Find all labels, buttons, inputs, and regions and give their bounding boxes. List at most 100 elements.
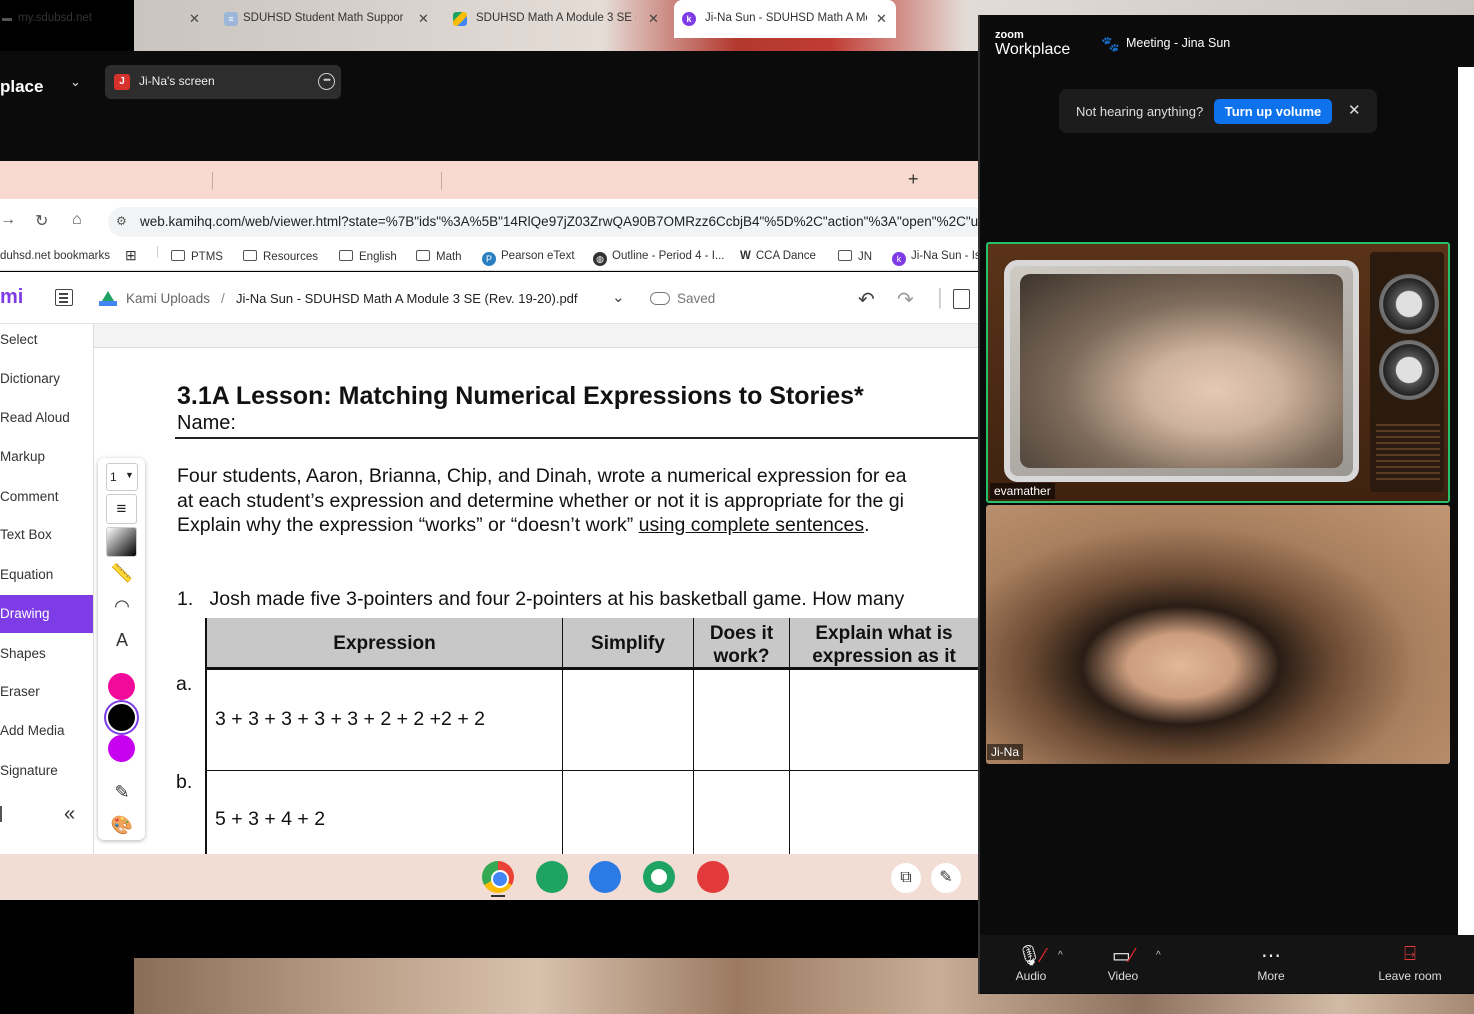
collapse-sidebar-icon[interactable]: « <box>64 803 75 826</box>
eyedropper-icon[interactable]: ✎ <box>110 782 134 803</box>
bookmark-ptms[interactable]: PTMS <box>171 250 223 263</box>
more-button[interactable]: ⋯ More <box>1250 943 1292 983</box>
bookmark-kami[interactable]: k Ji-Na Sun - Is <box>892 250 981 266</box>
tab-sdubsd[interactable]: ▬ my.sdubsd.net ✕ <box>0 0 210 38</box>
browser-tab-bar <box>0 161 978 199</box>
video-options-caret[interactable]: ^ <box>1156 950 1161 961</box>
folder-icon <box>243 250 257 261</box>
line-style-button[interactable]: ≡ <box>106 494 137 524</box>
tab-math-support[interactable]: ≡ SDUHSD Student Math Support ✕ <box>218 0 440 38</box>
cell-simplify-a[interactable] <box>563 670 694 771</box>
wix-icon: W <box>740 250 751 262</box>
undo-icon[interactable]: ↶ <box>858 287 875 312</box>
kami-favicon-icon: k <box>892 252 906 266</box>
close-icon[interactable]: ✕ <box>876 11 887 27</box>
tv-knob <box>1379 274 1439 334</box>
reload-icon[interactable]: ↻ <box>35 211 48 231</box>
bookmark-separator: | <box>156 246 159 258</box>
docs-app-icon[interactable] <box>589 861 621 893</box>
close-icon[interactable]: ✕ <box>189 11 200 27</box>
redo-icon[interactable]: ↷ <box>897 287 914 312</box>
opacity-button[interactable] <box>106 527 137 557</box>
color-swatch-purple[interactable] <box>108 735 135 762</box>
new-tab-icon[interactable]: + <box>908 169 919 190</box>
cell-works-a[interactable] <box>694 670 790 771</box>
tool-add-media[interactable]: Add Media <box>0 712 93 750</box>
apps-grid-icon[interactable]: ⊞ <box>125 247 137 264</box>
site-info-icon[interactable]: ⚙ <box>116 214 127 228</box>
bookmark-outline[interactable]: ◍ Outline - Period 4 - I... <box>593 250 725 266</box>
document-filename[interactable]: Ji-Na Sun - SDUHSD Math A Module 3 SE (R… <box>236 291 578 306</box>
participant-video-evamather[interactable]: evamather <box>986 242 1450 503</box>
text-style-icon[interactable]: A <box>110 630 134 651</box>
tool-eraser[interactable]: Eraser <box>0 673 93 711</box>
cell-works-b[interactable] <box>694 771 790 854</box>
bookmark-pearson[interactable]: P Pearson eText <box>482 250 575 266</box>
participant-video-jina[interactable]: Ji-Na <box>986 505 1450 764</box>
sharer-pill[interactable]: J Ji-Na's screen ••• <box>105 65 341 99</box>
video-button[interactable]: ▭⁄ Video <box>1104 943 1142 983</box>
leave-room-button[interactable]: ⍈ Leave room <box>1376 943 1444 983</box>
bookmark-resources[interactable]: Resources <box>243 250 318 263</box>
bookmark-english[interactable]: English <box>339 250 397 263</box>
close-icon[interactable]: ✕ <box>648 11 659 27</box>
name-line <box>175 437 978 439</box>
home-icon[interactable]: ⌂ <box>72 211 82 229</box>
tool-markup[interactable]: Markup <box>0 438 93 476</box>
chevron-down-icon[interactable]: ⌄ <box>70 74 81 90</box>
stroke-size-select[interactable]: 1 ▼ <box>106 463 138 491</box>
tool-select[interactable]: Select <box>0 321 93 359</box>
forward-icon[interactable]: → <box>0 211 16 229</box>
cell-explain-a[interactable] <box>790 670 978 771</box>
tool-drawing[interactable]: Drawing <box>0 595 93 633</box>
turn-up-volume-button[interactable]: Turn up volume <box>1214 99 1332 124</box>
bookmark-jn[interactable]: JN <box>838 250 872 263</box>
address-bar[interactable]: ⚙ web.kamihq.com/web/viewer.html?state=%… <box>108 207 1001 237</box>
ruler-icon[interactable]: 📏 <box>110 563 134 584</box>
audio-button[interactable]: 🎙⁄ Audio <box>1012 943 1050 983</box>
tool-equation[interactable]: Equation <box>0 556 93 594</box>
bookmark-math[interactable]: Math <box>416 250 462 263</box>
chevron-down-icon[interactable]: ⌄ <box>612 288 625 306</box>
tool-shapes[interactable]: Shapes <box>0 635 93 673</box>
pen-icon[interactable]: ✎ <box>931 863 961 893</box>
tab-module-3[interactable]: SDUHSD Math A Module 3 SE ( ✕ <box>447 0 669 38</box>
breadcrumb-folder[interactable]: Kami Uploads <box>126 291 210 306</box>
bookmark-cca-dance[interactable]: W CCA Dance <box>740 250 816 262</box>
meeting-title: Meeting - Jina Sun <box>1126 36 1231 50</box>
screen-capture-icon[interactable]: ⧉ <box>891 863 921 893</box>
close-icon[interactable]: ✕ <box>1348 101 1361 119</box>
header-text: work? <box>713 646 770 667</box>
tool-dictionary[interactable]: Dictionary <box>0 360 93 398</box>
microphone-muted-icon: 🎙⁄ <box>1016 945 1046 967</box>
palette-icon[interactable]: 🎨 <box>110 815 134 836</box>
tool-comment[interactable]: Comment <box>0 478 93 516</box>
participant-name: evamather <box>990 483 1055 499</box>
share-app-label: place <box>0 77 44 96</box>
control-label: Audio <box>1015 969 1047 983</box>
color-swatch-pink[interactable] <box>108 673 135 700</box>
tab-favicon-icon: ▬ <box>2 13 12 24</box>
document-icon[interactable] <box>953 289 970 309</box>
tool-text-box[interactable]: Text Box <box>0 516 93 554</box>
color-swatch-black[interactable] <box>108 704 135 731</box>
question-number: 1. <box>177 588 194 610</box>
google-classroom-icon[interactable] <box>643 861 675 893</box>
paint-app-icon[interactable] <box>697 861 729 893</box>
tool-signature[interactable]: Signature <box>0 752 93 790</box>
tool-read-aloud[interactable]: Read Aloud <box>0 399 93 437</box>
classroom-app-icon[interactable] <box>536 861 568 893</box>
control-label: Video <box>1107 969 1139 983</box>
menu-icon[interactable] <box>55 289 73 306</box>
more-icon: ⋯ <box>1261 945 1281 967</box>
chrome-app-icon[interactable] <box>482 861 514 893</box>
more-options-icon[interactable]: ••• <box>318 73 335 90</box>
control-label: More <box>1257 969 1285 983</box>
bookmark-sduhsd[interactable]: duhsd.net bookmarks <box>0 250 110 262</box>
protractor-icon[interactable]: ◠ <box>110 596 134 617</box>
cell-explain-b[interactable] <box>790 771 978 854</box>
audio-options-caret[interactable]: ^ <box>1058 950 1063 961</box>
cell-simplify-b[interactable] <box>563 771 694 854</box>
tab-kami-active[interactable]: k Ji-Na Sun - SDUHSD Math A Mo ✕ <box>674 0 896 38</box>
close-icon[interactable]: ✕ <box>418 11 429 27</box>
